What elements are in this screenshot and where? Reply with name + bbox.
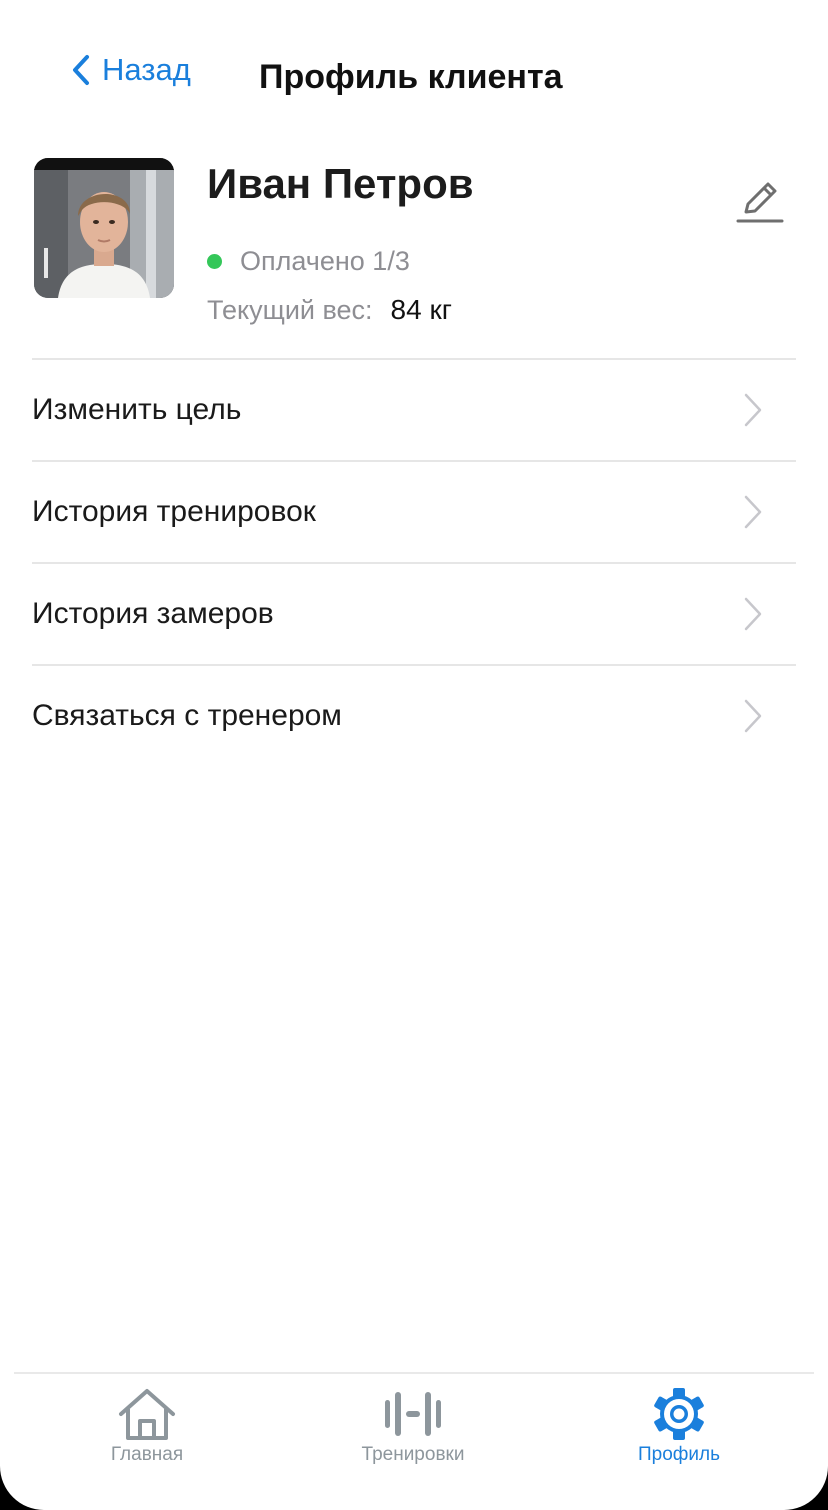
back-label: Назад (102, 52, 191, 87)
tab-profile[interactable]: Профиль (594, 1386, 764, 1466)
menu-item-label: История замеров (32, 597, 274, 630)
dumbbell-icon (385, 1392, 441, 1436)
chevron-right-icon (744, 597, 762, 631)
menu-item-contact-trainer[interactable]: Связаться с тренером (32, 664, 796, 766)
pencil-icon (736, 182, 784, 223)
avatar-photo (34, 158, 174, 298)
bottom-tab-bar: Главная Тренировки Профиль (14, 1372, 814, 1510)
profile-menu: Изменить цель История тренировок История… (32, 358, 796, 766)
gear-icon (654, 1388, 704, 1440)
back-button[interactable]: Назад (70, 52, 191, 88)
weight-label: Текущий вес: (207, 295, 373, 325)
tab-workouts-label: Тренировки (361, 1444, 465, 1465)
status-dot-icon (207, 254, 222, 269)
chevron-right-icon (744, 393, 762, 427)
menu-item-measurement-history[interactable]: История замеров (32, 562, 796, 664)
client-profile-screen: Назад Профиль клиента Иван Петров Оплаче… (0, 0, 828, 1510)
payment-status: Оплачено 1/3 (207, 246, 410, 277)
current-weight: Текущий вес: 84 кг (207, 294, 452, 326)
edit-profile-button[interactable] (734, 176, 784, 226)
tab-profile-label: Профиль (637, 1444, 721, 1465)
menu-item-change-goal[interactable]: Изменить цель (32, 358, 796, 460)
chevron-right-icon (744, 495, 762, 529)
menu-item-label: Связаться с тренером (32, 699, 342, 732)
tab-workouts[interactable]: Тренировки (328, 1386, 498, 1466)
chevron-right-icon (744, 699, 762, 733)
tab-home-label: Главная (110, 1444, 184, 1465)
menu-item-label: История тренировок (32, 495, 316, 528)
menu-item-workout-history[interactable]: История тренировок (32, 460, 796, 562)
avatar (34, 158, 174, 298)
home-icon (119, 1389, 175, 1440)
weight-value: 84 кг (390, 294, 452, 325)
menu-item-label: Изменить цель (32, 393, 242, 426)
payment-status-text: Оплачено 1/3 (240, 246, 410, 276)
chevron-left-icon (73, 55, 89, 85)
client-name: Иван Петров (207, 160, 474, 207)
page-title: Профиль клиента (259, 58, 563, 96)
tab-home[interactable]: Главная (62, 1386, 232, 1466)
